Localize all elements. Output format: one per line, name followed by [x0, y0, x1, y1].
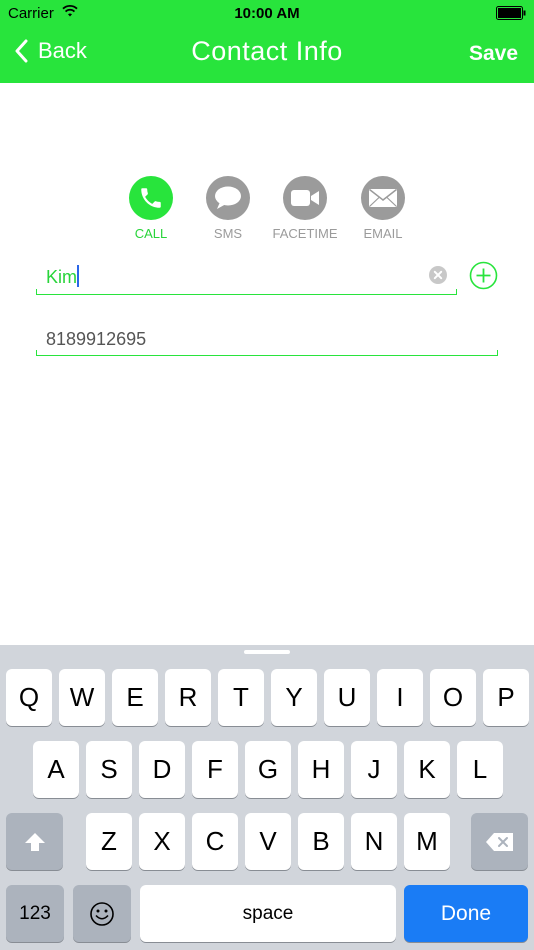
key-c[interactable]: C [192, 813, 238, 870]
facetime-label: FACETIME [272, 226, 338, 241]
delete-key[interactable] [471, 813, 528, 870]
clear-x-icon [433, 270, 443, 280]
add-field-button[interactable] [469, 261, 498, 290]
name-value: Kim [46, 267, 77, 287]
shift-arrow-icon [24, 832, 45, 851]
key-a[interactable]: A [33, 741, 79, 798]
nav-bar: Back Contact Info Save [0, 28, 534, 83]
key-r[interactable]: R [165, 669, 211, 726]
clear-text-button[interactable] [429, 266, 447, 284]
key-j[interactable]: J [351, 741, 397, 798]
key-u[interactable]: U [324, 669, 370, 726]
email-button[interactable]: EMAIL [338, 176, 428, 241]
key-t[interactable]: T [218, 669, 264, 726]
key-p[interactable]: P [483, 669, 529, 726]
email-label: EMAIL [363, 226, 403, 241]
envelope-icon [369, 188, 397, 207]
sms-circle [206, 176, 250, 220]
space-key[interactable]: space [140, 885, 396, 942]
key-x[interactable]: X [139, 813, 185, 870]
key-d[interactable]: D [139, 741, 185, 798]
email-circle [361, 176, 405, 220]
key-i[interactable]: I [377, 669, 423, 726]
key-z[interactable]: Z [86, 813, 132, 870]
header: Carrier 10:00 AM Back Contact Info Save [0, 0, 534, 83]
key-m[interactable]: M [404, 813, 450, 870]
status-time: 10:00 AM [234, 5, 300, 22]
phone-field[interactable]: 8189912695 [36, 320, 498, 356]
key-h[interactable]: H [298, 741, 344, 798]
key-o[interactable]: O [430, 669, 476, 726]
key-l[interactable]: L [457, 741, 503, 798]
key-e[interactable]: E [112, 669, 158, 726]
back-label: Back [38, 38, 87, 63]
done-key[interactable]: Done [404, 885, 528, 942]
key-k[interactable]: K [404, 741, 450, 798]
key-n[interactable]: N [351, 813, 397, 870]
facetime-button[interactable]: FACETIME [260, 176, 350, 241]
backspace-icon [485, 832, 513, 851]
chat-bubble-icon [215, 186, 241, 209]
emoji-key[interactable] [73, 885, 131, 942]
name-field[interactable]: Kim [36, 258, 457, 295]
call-circle [129, 176, 173, 220]
chevron-left-icon [15, 39, 28, 63]
contact-action-row: CALL SMS FACETIME EMAIL [0, 176, 534, 246]
numbers-key[interactable]: 123 [6, 885, 64, 942]
name-field-underline [36, 289, 457, 295]
battery-icon [496, 6, 526, 20]
phone-input[interactable]: 8189912695 [46, 329, 146, 350]
status-bar: Carrier 10:00 AM [0, 0, 534, 28]
key-s[interactable]: S [86, 741, 132, 798]
back-button[interactable]: Back [14, 38, 87, 64]
phone-field-underline [36, 350, 498, 356]
text-cursor [77, 265, 79, 288]
key-y[interactable]: Y [271, 669, 317, 726]
name-input[interactable]: Kim [46, 265, 79, 289]
shift-key[interactable] [6, 813, 63, 870]
save-button[interactable]: Save [469, 42, 518, 66]
key-g[interactable]: G [245, 741, 291, 798]
key-b[interactable]: B [298, 813, 344, 870]
emoji-smiley-icon [90, 901, 114, 926]
keyboard: Q W E R T Y U I O P A S D F G H J K L Z … [0, 645, 534, 950]
video-camera-icon [291, 190, 319, 206]
key-q[interactable]: Q [6, 669, 52, 726]
phone-icon [141, 188, 161, 208]
facetime-circle [283, 176, 327, 220]
key-w[interactable]: W [59, 669, 105, 726]
key-v[interactable]: V [245, 813, 291, 870]
keyboard-handle[interactable] [244, 650, 290, 654]
key-f[interactable]: F [192, 741, 238, 798]
